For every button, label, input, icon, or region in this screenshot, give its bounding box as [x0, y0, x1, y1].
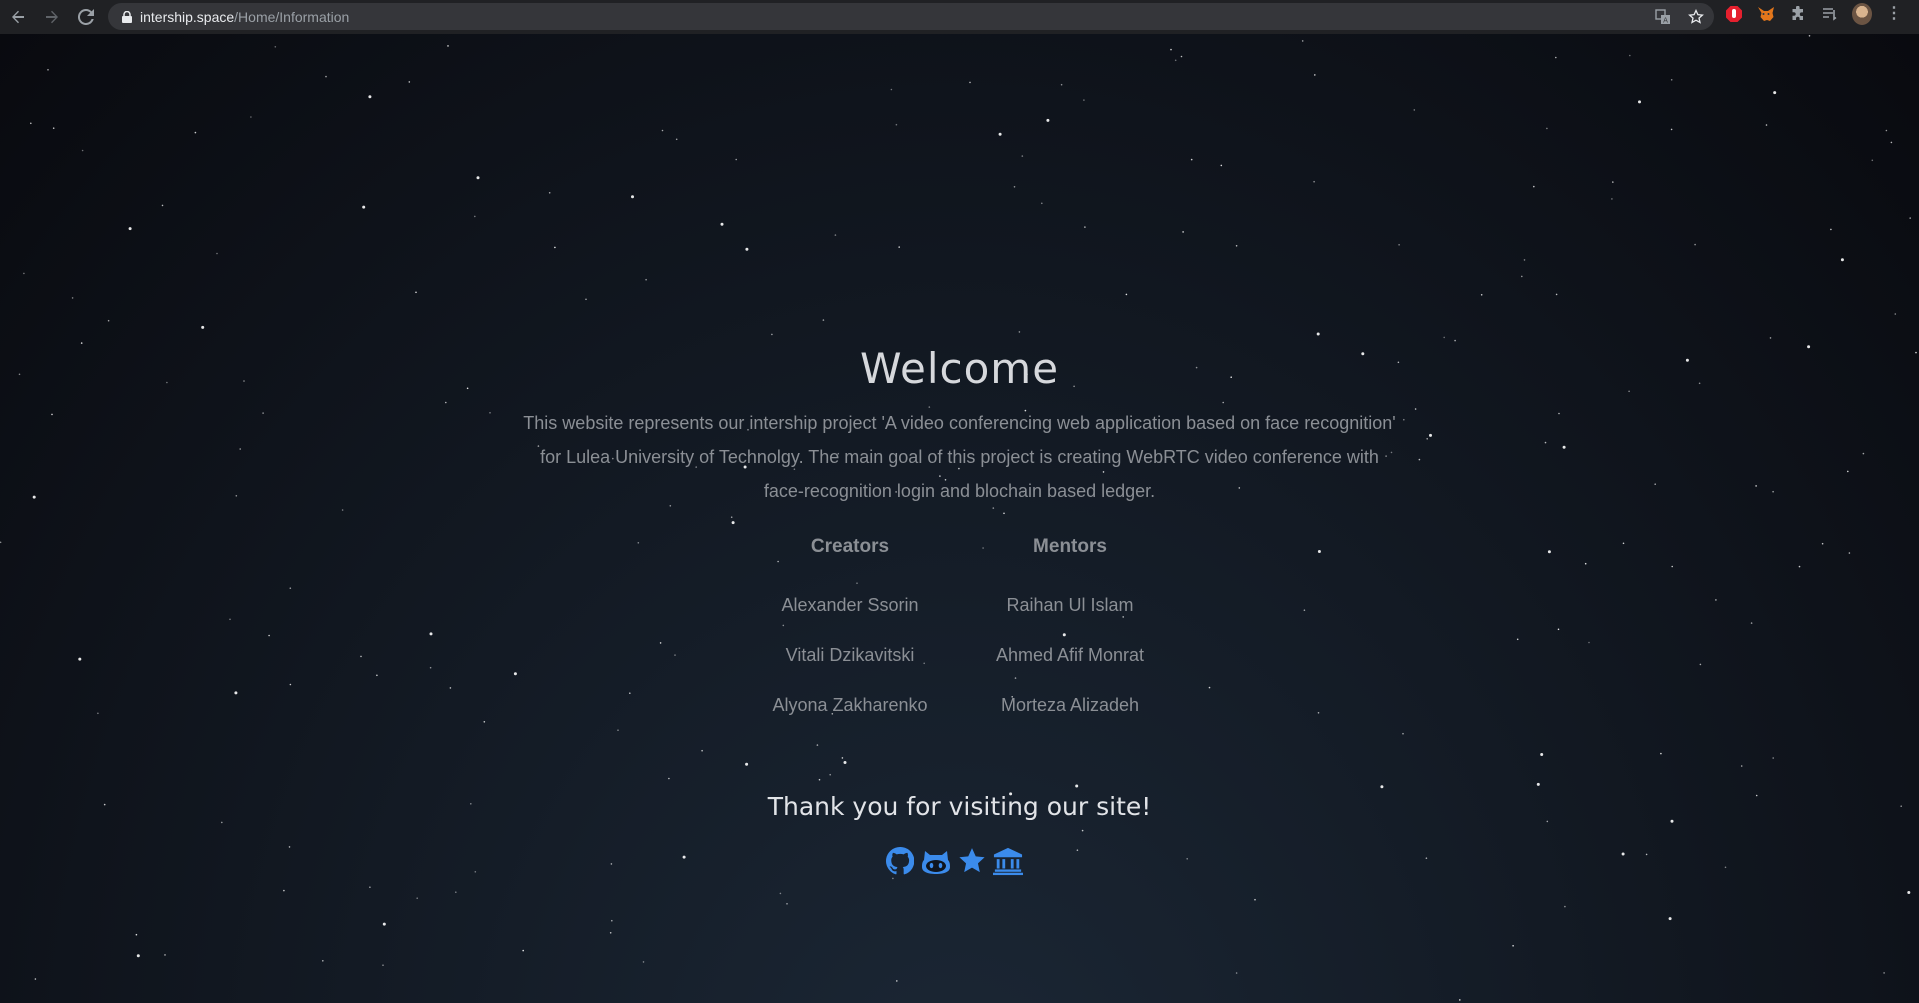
information-section: Welcome This website represents our inte…	[0, 34, 1919, 1003]
mentor-name: Morteza Alizadeh	[1000, 695, 1140, 715]
mentor-name: Ahmed Afif Monrat	[995, 645, 1145, 665]
browser-toolbar: intership.space/Home/Information A ⋮	[0, 0, 1919, 34]
creator-name: Alexander Ssorin	[781, 595, 919, 615]
mentor-name: Raihan Ul Islam	[1006, 595, 1134, 615]
forward-icon[interactable]	[36, 1, 68, 33]
github-icon[interactable]	[885, 846, 915, 876]
metamask-fox-icon[interactable]	[1756, 4, 1776, 24]
profile-avatar[interactable]	[1852, 3, 1872, 25]
browser-menu-icon[interactable]: ⋮	[1884, 4, 1904, 24]
translate-icon[interactable]: A	[1654, 8, 1671, 25]
page-title: Welcome	[859, 344, 1060, 393]
extensions-puzzle-icon[interactable]	[1788, 4, 1808, 24]
project-description: This website represents our intership pr…	[523, 413, 1396, 501]
adblock-extension-icon[interactable]	[1724, 4, 1744, 24]
address-bar[interactable]: intership.space/Home/Information A	[108, 3, 1714, 30]
svg-text:A: A	[1663, 16, 1668, 24]
reading-list-icon[interactable]	[1820, 4, 1840, 24]
reload-icon[interactable]	[70, 1, 102, 33]
lock-icon	[122, 10, 132, 23]
star-icon[interactable]	[957, 846, 987, 876]
creator-name: Vitali Dzikavitski	[785, 645, 915, 665]
social-links	[885, 846, 1023, 876]
creator-name: Alyona Zakharenko	[772, 695, 928, 715]
mentors-column: Mentors Raihan Ul Islam Ahmed Afif Monra…	[960, 530, 1180, 730]
university-icon[interactable]	[993, 846, 1023, 876]
creators-heading: Creators	[810, 536, 890, 557]
url-text: intership.space/Home/Information	[140, 8, 350, 25]
thanks-message: Thank you for visiting our site!	[767, 792, 1152, 821]
page-viewport: Welcome This website represents our inte…	[0, 34, 1919, 1003]
creators-column: Creators Alexander Ssorin Vitali Dzikavi…	[740, 530, 960, 730]
back-icon[interactable]	[2, 1, 34, 33]
bookmark-star-icon[interactable]	[1687, 8, 1704, 25]
mentors-heading: Mentors	[1033, 536, 1107, 557]
people-table: Creators Alexander Ssorin Vitali Dzikavi…	[740, 530, 1180, 730]
gitlab-cat-icon[interactable]	[921, 846, 951, 876]
